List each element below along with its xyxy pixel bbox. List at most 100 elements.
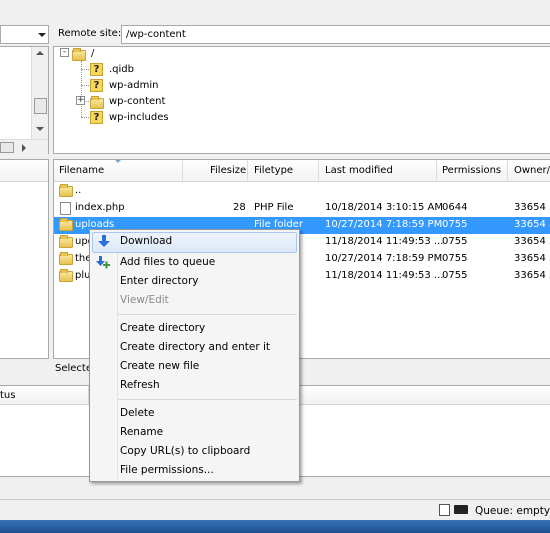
column-divider[interactable]: [507, 160, 508, 182]
expand-toggle[interactable]: +: [76, 96, 85, 105]
remote-site-path-input[interactable]: /wp-content: [121, 25, 550, 44]
column-divider[interactable]: [247, 160, 248, 182]
local-status-line: [0, 361, 49, 378]
table-row[interactable]: index.php 28 PHP File 10/18/2014 3:10:15…: [54, 200, 550, 217]
menu-item-label: Enter directory: [120, 275, 199, 287]
folder-icon: [90, 96, 104, 109]
ssl-icon: [454, 505, 468, 514]
cell-owner: 33654 33: [514, 253, 550, 264]
menu-separator: [118, 399, 297, 400]
scroll-up-arrow-icon[interactable]: [36, 51, 44, 55]
remote-site-path-value: /wp-content: [126, 29, 186, 40]
menu-item-create-new-file[interactable]: Create new file: [90, 357, 299, 376]
sort-indicator-icon: [115, 160, 121, 163]
menu-item-refresh[interactable]: Refresh: [90, 376, 299, 395]
menu-item-view-edit[interactable]: View/Edit: [90, 291, 299, 310]
queue-column-status[interactable]: tus: [0, 390, 15, 401]
column-divider[interactable]: [436, 160, 437, 182]
column-last-modified[interactable]: Last modified: [325, 165, 393, 176]
queue-status: Queue: empty: [475, 505, 550, 517]
local-tree-hscrollbar[interactable]: [0, 139, 48, 154]
tree-guide: [81, 117, 89, 118]
cell-modified: 10/27/2014 7:18:59 PM: [325, 219, 443, 230]
remote-list-header: Filename Filesize Filetype Last modified…: [54, 160, 550, 182]
folder-icon: [59, 235, 73, 248]
tree-guide: [81, 69, 89, 70]
folder-icon: [59, 252, 73, 265]
tree-item-wp-includes[interactable]: wp-includes: [109, 112, 169, 123]
local-list-header: [0, 160, 48, 182]
tree-item-root[interactable]: /: [91, 48, 94, 59]
column-divider[interactable]: [318, 160, 319, 182]
menu-item-download[interactable]: Download: [92, 232, 297, 253]
menu-item-copy-url[interactable]: Copy URL(s) to clipboard: [90, 442, 299, 461]
cell-modified: 10/27/2014 7:18:59 PM: [325, 253, 443, 264]
tree-item-qidb[interactable]: .qidb: [109, 64, 134, 75]
column-permissions[interactable]: Permissions: [442, 165, 501, 176]
menu-item-label: Create directory: [120, 322, 206, 334]
queue-tabs-strip: [0, 479, 550, 499]
download-arrow-icon: [98, 235, 110, 247]
menu-item-label: Refresh: [120, 379, 160, 391]
folder-icon: [59, 218, 73, 231]
menu-item-label: Copy URL(s) to clipboard: [120, 445, 251, 457]
menu-item-label: Delete: [120, 407, 155, 419]
menu-separator: [118, 314, 297, 315]
column-filename[interactable]: Filename: [59, 165, 104, 176]
column-divider[interactable]: [182, 160, 183, 182]
cell-owner: 33654 33: [514, 236, 550, 247]
context-menu: Download Add files to queue Enter direct…: [89, 229, 300, 482]
collapse-toggle[interactable]: -: [60, 48, 69, 57]
cell-permissions: 0644: [442, 202, 468, 213]
menu-item-create-directory-enter[interactable]: Create directory and enter it: [90, 338, 299, 357]
remote-tree-panel[interactable]: - / ? .qidb ? wp-admin + wp-content ? wp…: [53, 46, 550, 154]
cell-permissions: 0755: [442, 270, 468, 281]
scroll-thumb[interactable]: [34, 98, 47, 114]
remote-site-label: Remote site:: [58, 28, 122, 39]
menu-item-add-to-queue[interactable]: Add files to queue: [90, 253, 299, 272]
unknown-folder-icon: ?: [90, 111, 103, 124]
cell-filesize: 28: [233, 202, 246, 213]
local-file-list[interactable]: [0, 159, 49, 359]
scroll-down-arrow-icon[interactable]: [36, 127, 44, 131]
menu-item-label: File permissions...: [120, 464, 214, 476]
menu-item-file-permissions[interactable]: File permissions...: [90, 461, 299, 480]
cell-permissions: 0755: [442, 219, 468, 230]
status-bar: Queue: empty: [0, 499, 550, 520]
folder-icon: [72, 48, 86, 61]
cell-filetype: PHP File: [254, 202, 294, 213]
column-owner-group[interactable]: Owner/Group: [514, 165, 550, 176]
cell-permissions: 0755: [442, 253, 468, 264]
menu-item-rename[interactable]: Rename: [90, 423, 299, 442]
tree-item-wp-admin[interactable]: wp-admin: [109, 80, 158, 91]
cell-modified: 10/18/2014 3:10:15 AM: [325, 202, 444, 213]
table-row[interactable]: ..: [54, 183, 550, 200]
menu-item-label: Create new file: [120, 360, 200, 372]
menu-item-enter-directory[interactable]: Enter directory: [90, 272, 299, 291]
local-tree-panel[interactable]: [0, 46, 49, 154]
column-filesize[interactable]: Filesize: [210, 165, 246, 176]
tree-guide: [86, 101, 89, 102]
local-tree-scrollbar[interactable]: [31, 47, 48, 139]
folder-icon: [59, 269, 73, 282]
cell-permissions: 0755: [442, 236, 468, 247]
menu-item-label: Create directory and enter it: [120, 341, 271, 353]
menu-item-delete[interactable]: Delete: [90, 404, 299, 423]
scroll-thumb[interactable]: [0, 142, 14, 153]
tree-guide: [81, 85, 89, 86]
cell-modified: 11/18/2014 11:49:53 ...: [325, 236, 444, 247]
chevron-down-icon[interactable]: [38, 33, 46, 37]
scroll-right-arrow-icon[interactable]: [22, 144, 26, 152]
cell-owner: 33654 33: [514, 270, 550, 281]
windows-taskbar: [0, 520, 550, 533]
tree-item-wp-content[interactable]: wp-content: [109, 96, 165, 107]
local-site-combo[interactable]: [0, 25, 49, 44]
add-to-queue-icon: [96, 256, 110, 269]
menu-item-create-directory[interactable]: Create directory: [90, 319, 299, 338]
column-filetype[interactable]: Filetype: [254, 165, 293, 176]
cell-owner: 33654 33: [514, 202, 550, 213]
cell-modified: 11/18/2014 11:49:53 ...: [325, 270, 444, 281]
remote-status-line: Selecte: [55, 363, 93, 374]
menu-item-label: Download: [120, 235, 173, 247]
lock-icon: [439, 504, 450, 516]
